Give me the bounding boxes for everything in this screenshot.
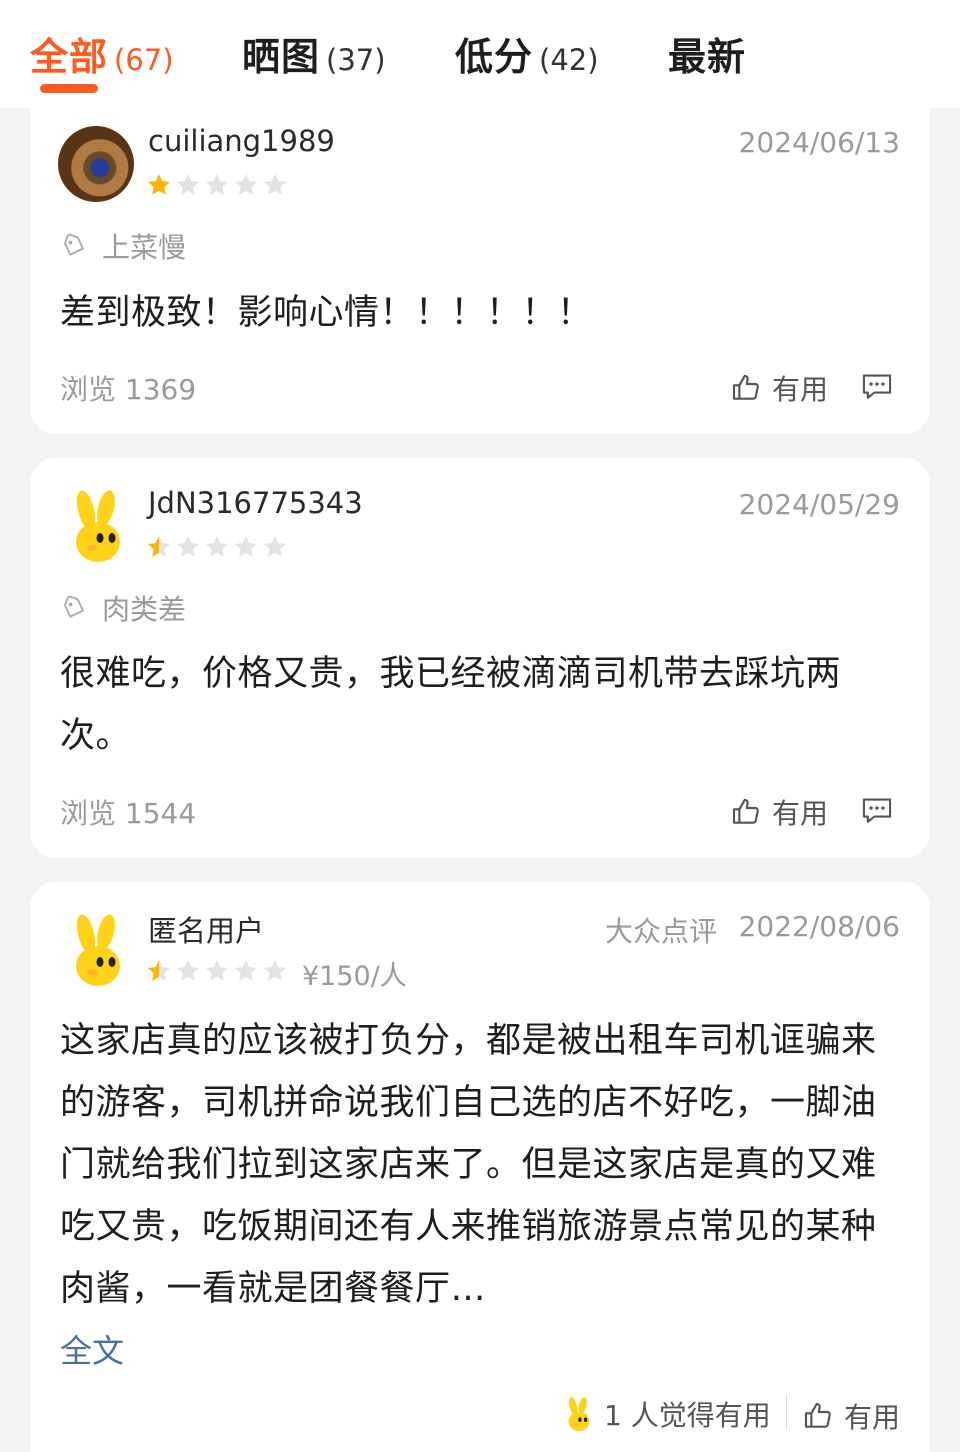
yellow-mascot-icon <box>73 912 120 986</box>
tab-latest[interactable]: 最新 <box>668 26 746 81</box>
tab-label: 晒图 <box>242 35 321 79</box>
tab-low-score[interactable]: 低分 (42) <box>455 26 599 81</box>
tab-label: 最新 <box>668 35 747 79</box>
review-card: cuiliang1989 2024/06/13 上菜慢 差到极致！影响心情！！！… <box>30 96 930 434</box>
star-rating <box>146 172 288 198</box>
useful-label: 有用 <box>844 1401 901 1434</box>
thumbs-up-icon <box>804 1402 831 1428</box>
comment-icon <box>862 798 892 823</box>
star-empty-icon <box>176 959 200 981</box>
divider <box>786 1394 787 1430</box>
tab-all[interactable]: 全部 (67) <box>30 26 174 81</box>
username[interactable]: cuiliang1989 <box>148 124 335 158</box>
star-empty-icon <box>234 959 258 981</box>
star-empty-icon <box>234 173 258 195</box>
review-tag: 肉类差 <box>60 588 186 628</box>
comment-button[interactable] <box>860 370 894 402</box>
review-date: 2024/06/13 <box>738 126 900 159</box>
review-text: 这家店真的应该被打负分，都是被出租车司机诓骗来的游客，司机拼命说我们自己选的店不… <box>60 1021 877 1309</box>
star-empty-icon <box>176 173 200 195</box>
star-half-icon <box>147 535 171 557</box>
star-empty-icon <box>205 173 229 195</box>
tab-count: (67) <box>114 43 174 77</box>
user-avatar[interactable] <box>58 912 134 988</box>
star-empty-icon <box>205 535 229 557</box>
star-rating <box>146 958 288 984</box>
view-count: 浏览 1369 <box>60 373 197 406</box>
review-text: 差到极致！影响心情！！！！！！ <box>60 293 593 333</box>
review-filter-tabs: 全部 (67) 晒图 (37) 低分 (42) 最新 <box>0 0 960 108</box>
star-rating <box>146 534 288 560</box>
tag-label: 上菜慢 <box>102 231 187 264</box>
yellow-mascot-icon <box>73 488 120 562</box>
star-half-icon <box>147 959 171 981</box>
tab-photos[interactable]: 晒图 (37) <box>242 26 386 81</box>
helpful-count: 1 人觉得有用 <box>560 1394 771 1434</box>
star-empty-icon <box>205 959 229 981</box>
comment-icon <box>862 374 892 399</box>
user-avatar[interactable] <box>58 126 134 202</box>
tag-icon <box>60 232 88 260</box>
star-empty-icon <box>263 173 287 195</box>
thumbs-up-icon <box>732 798 759 824</box>
thumbs-up-icon <box>732 374 759 400</box>
price-per-person: ¥150/人 <box>302 961 407 992</box>
star-empty-icon <box>234 535 258 557</box>
tag-label: 肉类差 <box>102 593 187 626</box>
active-tab-indicator <box>40 84 98 93</box>
comment-button[interactable] <box>860 794 894 826</box>
full-text-link[interactable]: 全文 <box>60 1326 124 1372</box>
tag-icon <box>60 594 88 622</box>
useful-label: 有用 <box>772 373 829 406</box>
useful-label: 有用 <box>772 797 829 830</box>
review-date: 2022/08/06 <box>738 910 900 943</box>
useful-button[interactable]: 有用 <box>730 792 828 832</box>
review-text: 很难吃，价格又贵，我已经被滴滴司机带去踩坑两次。 <box>60 654 842 756</box>
user-avatar[interactable] <box>58 488 134 564</box>
review-date: 2024/05/29 <box>738 488 900 521</box>
review-source: 大众点评 <box>605 915 718 948</box>
star-empty-icon <box>263 535 287 557</box>
star-empty-icon <box>176 535 200 557</box>
yellow-mascot-icon <box>567 1396 590 1432</box>
view-count: 浏览 1544 <box>60 797 197 830</box>
tab-count: (37) <box>326 43 386 77</box>
useful-button[interactable]: 有用 <box>802 1396 900 1436</box>
username[interactable]: JdN316775343 <box>148 486 363 520</box>
review-tag: 上菜慢 <box>60 226 186 266</box>
tab-label: 全部 <box>30 35 109 79</box>
star-filled-icon <box>147 173 171 195</box>
review-card: JdN316775343 2024/05/29 肉类差 很难吃，价格又贵，我已经… <box>30 458 930 858</box>
helpful-text: 1 人觉得有用 <box>604 1399 771 1432</box>
useful-button[interactable]: 有用 <box>730 368 828 408</box>
review-card: 匿名用户 大众点评 2022/08/06 ¥150/人 这家店真的应该被打负分，… <box>30 882 930 1452</box>
star-empty-icon <box>263 959 287 981</box>
tab-label: 低分 <box>455 35 534 79</box>
tab-count: (42) <box>539 43 599 77</box>
username[interactable]: 匿名用户 <box>148 908 264 950</box>
